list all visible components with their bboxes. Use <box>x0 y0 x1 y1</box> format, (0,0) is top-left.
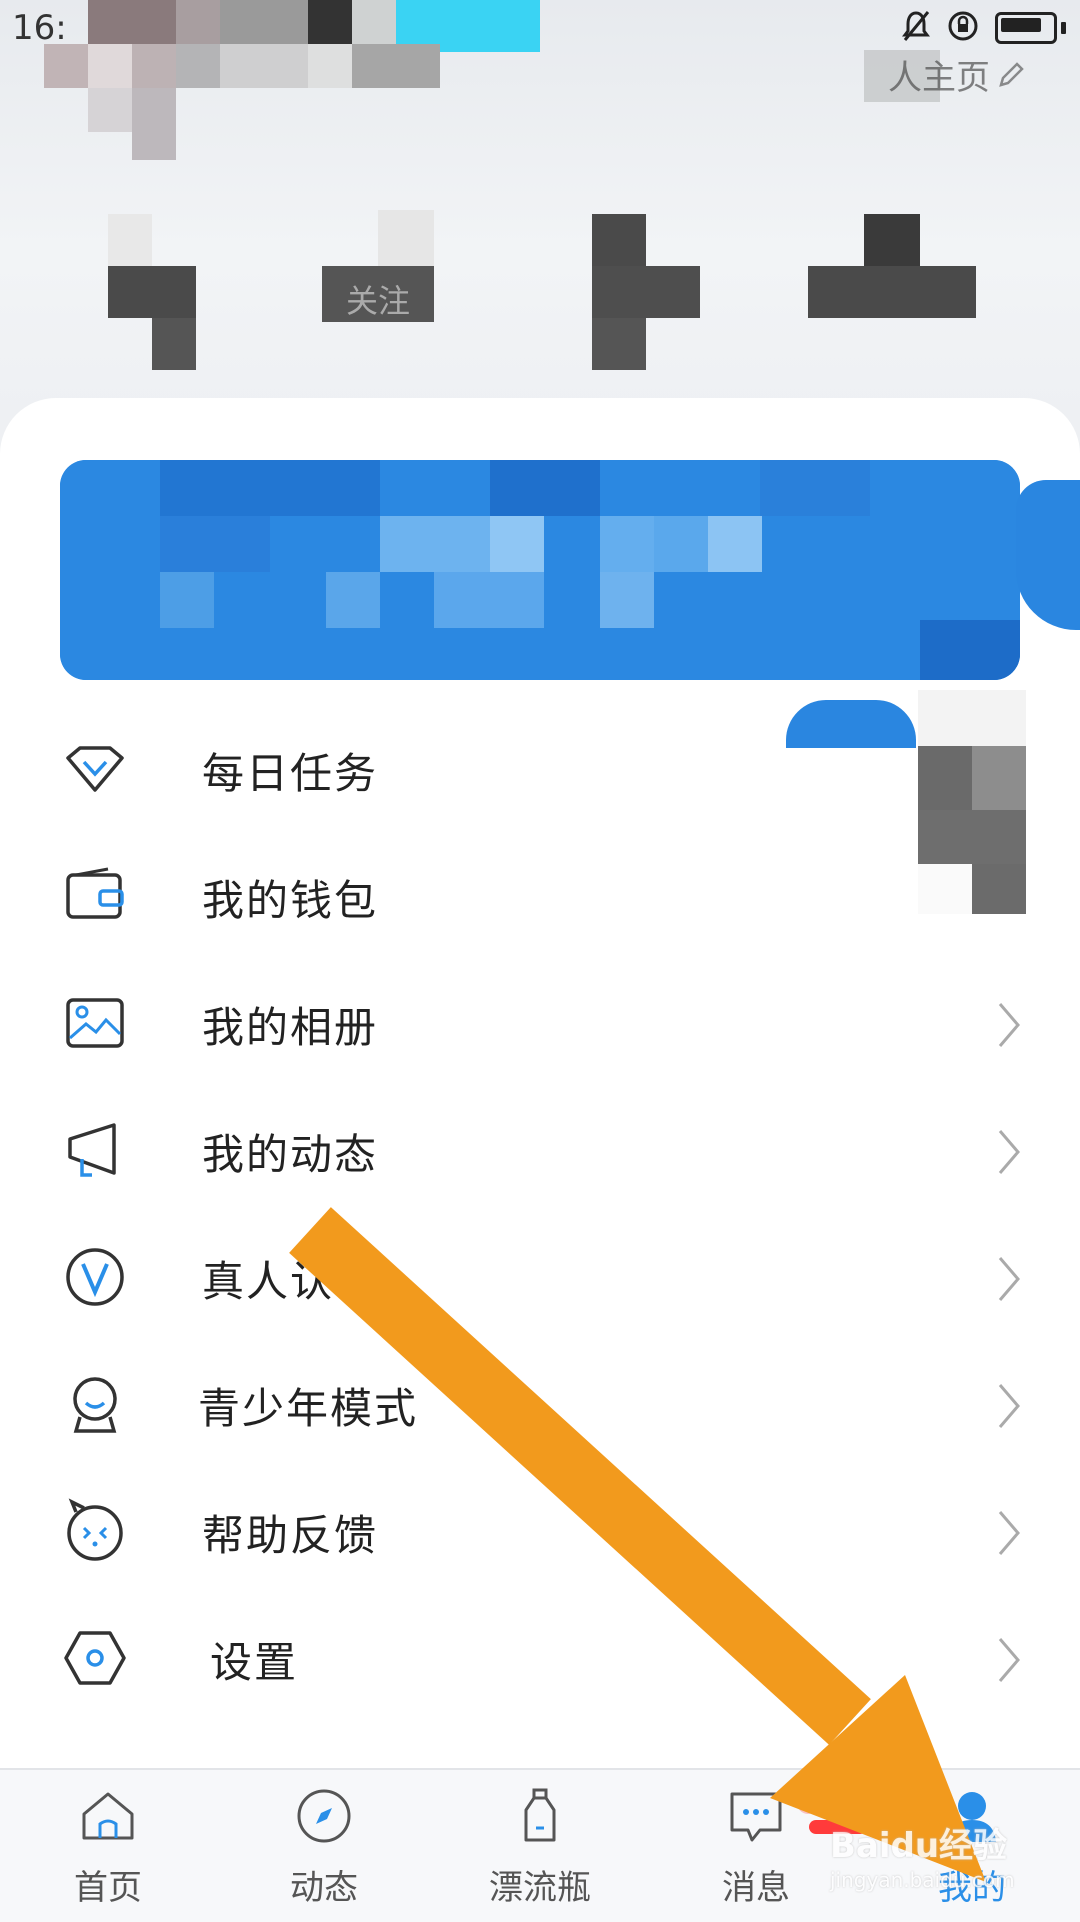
tab-moments[interactable]: 动态 <box>249 1770 399 1922</box>
menu-item-label: 我的钱包 <box>202 876 379 925</box>
watermark-url: jingyan.baidu.com <box>830 1868 1015 1892</box>
tab-label: 漂流瓶 <box>489 1868 591 1908</box>
menu-item-label: 青少年模式 <box>198 1384 419 1433</box>
image-icon <box>66 998 124 1048</box>
menu-item-help-feedback[interactable]: 帮助反馈 <box>0 1468 1080 1595</box>
menu-item-label: 真人认 <box>202 1257 335 1306</box>
stat-following[interactable]: 关注 <box>322 210 502 370</box>
child-face-icon <box>73 1377 117 1433</box>
menu-item-label: 设置 <box>210 1638 299 1687</box>
stat-label-following: 关注 <box>346 282 411 320</box>
verified-v-icon <box>66 1248 124 1306</box>
stat-item[interactable] <box>808 210 988 370</box>
menu-item-label: 我的相册 <box>202 1003 379 1052</box>
chevron-right-icon <box>998 1638 1020 1682</box>
menu-item-label: 帮助反馈 <box>202 1511 379 1560</box>
promo-banner[interactable] <box>60 460 1020 680</box>
tab-home[interactable]: 首页 <box>33 1770 183 1922</box>
tab-label: 消息 <box>722 1868 790 1908</box>
profile-header: 16: 人主页 关注 <box>0 0 1080 420</box>
wallet-icon <box>66 867 124 919</box>
avatar[interactable] <box>0 0 540 160</box>
menu-item-album[interactable]: 我的相册 <box>0 960 1080 1087</box>
megaphone-icon <box>68 1123 116 1177</box>
watermark: Baidu经验 <box>830 1826 1008 1866</box>
profile-stats: 关注 <box>0 210 1080 370</box>
menu-item-label: 我的动态 <box>202 1130 379 1179</box>
menu-item-settings[interactable]: 设置 <box>0 1595 1080 1722</box>
menu-item-label: 每日任务 <box>202 749 379 798</box>
home-icon <box>82 1792 134 1840</box>
settings-hexagon-icon <box>64 1631 126 1685</box>
menu-item-posts[interactable]: 我的动态 <box>0 1087 1080 1214</box>
message-icon <box>730 1792 782 1842</box>
menu-item-verification[interactable]: 真人认 <box>0 1214 1080 1341</box>
chevron-right-icon <box>998 1130 1020 1174</box>
tab-label: 动态 <box>290 1868 358 1908</box>
mute-bell-icon <box>901 10 931 46</box>
battery-icon <box>995 12 1057 44</box>
stat-item[interactable] <box>88 210 268 370</box>
edit-icon <box>999 61 1024 87</box>
tab-label: 首页 <box>74 1868 142 1908</box>
lock-rotation-icon <box>947 10 979 46</box>
profile-link-label: 人主页 <box>888 58 990 98</box>
diamond-icon <box>66 746 124 792</box>
chevron-right-icon <box>998 1003 1020 1047</box>
menu-item-wallet[interactable]: 我的钱包 <box>0 833 1080 960</box>
status-icons <box>901 10 1066 46</box>
chevron-right-icon <box>998 1511 1020 1555</box>
feedback-face-icon <box>67 1498 123 1561</box>
tab-drift-bottle[interactable]: 漂流瓶 <box>465 1770 615 1922</box>
bottle-icon <box>524 1788 556 1842</box>
menu-item-daily-tasks[interactable]: 每日任务 <box>0 706 1080 833</box>
chevron-right-icon <box>998 1257 1020 1301</box>
tab-messages[interactable]: 消息 <box>681 1770 867 1922</box>
menu-item-teen-mode[interactable]: 青少年模式 <box>0 1341 1080 1468</box>
profile-page-link[interactable]: 人主页 <box>888 50 1026 99</box>
chevron-right-icon <box>998 1384 1020 1428</box>
compass-icon <box>297 1789 351 1843</box>
unread-dot <box>797 1792 819 1814</box>
stat-item[interactable] <box>590 210 770 370</box>
